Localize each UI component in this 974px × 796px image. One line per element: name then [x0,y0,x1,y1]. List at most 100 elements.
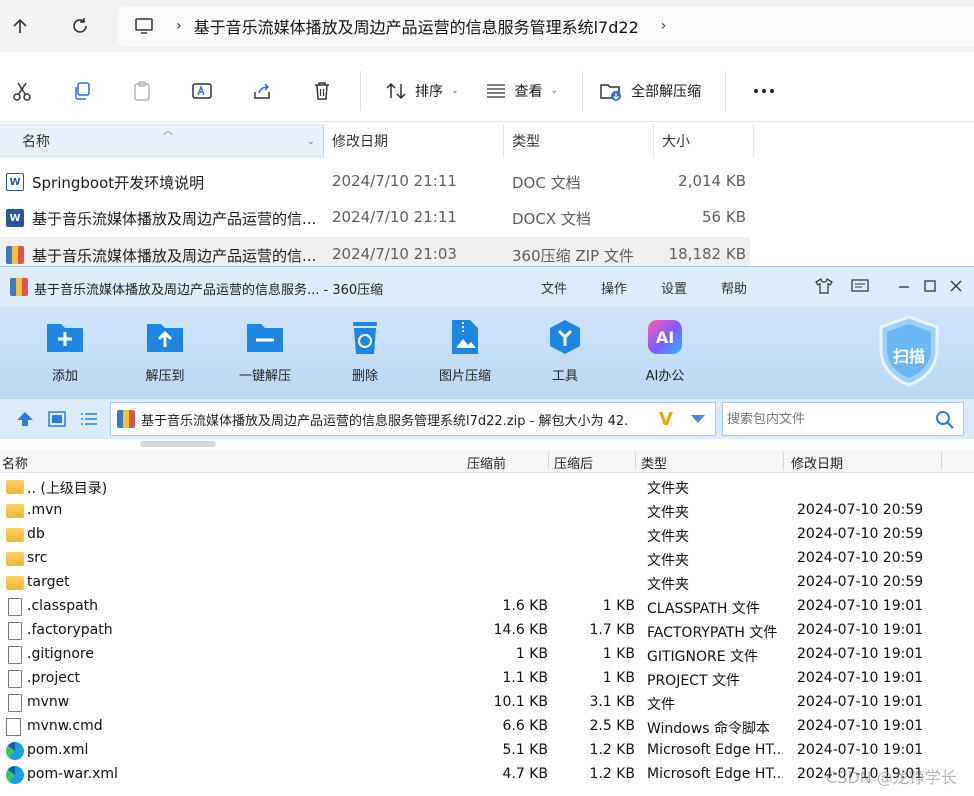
clipboard-icon [134,80,150,101]
table-row[interactable]: pom.xml 5.1 KB 1.2 KB Microsoft Edge HT... 2… [0,739,974,763]
explorer-column-header: ︿ 名称 ⌄ 修改日期 类型 大小 [0,124,974,158]
row-name: .project [27,670,81,686]
zip-col-after[interactable]: 压缩后 [554,453,593,472]
table-row[interactable]: .gitignore 1 KB 1 KB GITIGNORE 文件 2024-07-10… [0,643,974,667]
close-button[interactable] [946,276,966,296]
scan-button[interactable]: 扫描 [876,315,942,387]
column-name[interactable]: ︿ 名称 ⌄ [0,124,324,158]
skin-button[interactable] [814,276,834,296]
extract-all-label: 全部解压缩 [631,83,702,100]
feedback-button[interactable] [850,276,870,296]
zip-col-name[interactable]: 名称 [2,453,28,472]
table-row[interactable]: src 文件夹 2024-07-10 20:59 [0,547,974,571]
row-date: 2024-07-10 20:59 [797,550,924,566]
row-date: 2024-07-10 19:01 [797,742,924,758]
refresh-button[interactable] [60,6,100,46]
table-row[interactable]: db 文件夹 2024-07-10 20:59 [0,523,974,547]
one-click-extract-icon [245,317,285,357]
table-row[interactable]: .classpath 1.6 KB 1 KB CLASSPATH 文件 2024-07-… [0,595,974,619]
search-icon[interactable] [935,410,955,430]
close-icon [950,280,962,292]
sort-icon [386,82,406,99]
column-type[interactable]: 类型 [504,124,654,158]
column-date[interactable]: 修改日期 [324,124,504,158]
minimize-button[interactable] [894,276,914,296]
breadcrumb[interactable]: › 基于音乐流媒体播放及周边产品运营的信息服务管理系统l7d22 › [118,6,974,46]
zip-col-before[interactable]: 压缩前 [467,453,506,472]
delete-button[interactable] [292,71,352,111]
more-button[interactable] [734,71,794,111]
extract-all-button[interactable]: 全部解压缩 [591,71,717,111]
row-date: 2024-07-10 19:01 [797,598,924,614]
image-compress-button[interactable]: 图片压缩 [420,317,510,397]
archive-search-input[interactable] [723,411,923,427]
dropdown-arrow-icon[interactable] [691,415,705,423]
file-icon [8,598,22,616]
archive-search[interactable] [722,402,964,436]
column-divider [783,452,784,470]
table-row[interactable]: .. (上级目录) 文件夹 [0,475,974,499]
share-icon [254,82,270,99]
folder-icon [6,480,24,494]
cut-button[interactable] [0,71,52,111]
scrollbar-thumb[interactable] [140,441,216,447]
chevron-down-icon[interactable]: ⌄ [307,136,315,147]
menu-operate[interactable]: 操作 [601,278,627,297]
word-doc-icon: W [6,173,24,191]
checkmark-icon: V [659,408,673,430]
add-folder-icon [45,317,85,357]
file-row[interactable]: W Springboot开发环境说明 2024/7/10 21:11 DOC 文… [0,164,750,200]
list-view-icon[interactable] [80,411,98,427]
up-button[interactable] [0,6,40,46]
row-size-after: 3.1 KB [589,694,636,710]
column-size[interactable]: 大小 [654,124,754,158]
zip-col-type[interactable]: 类型 [641,453,667,472]
table-row[interactable]: mvnw 10.1 KB 3.1 KB 文件 2024-07-10 19:01 [0,691,974,715]
archive-path-field[interactable]: 基于音乐流媒体播放及周边产品运营的信息服务管理系统l7d22.zip - 解包大… [110,402,716,436]
up-level-icon[interactable] [16,411,34,427]
column-divider [548,452,549,470]
thumbnail-view-icon[interactable] [48,411,66,427]
file-size: 56 KB [702,208,746,226]
table-row[interactable]: .mvn 文件夹 2024-07-10 20:59 [0,499,974,523]
file-row[interactable]: W 基于音乐流媒体播放及周边产品运营的信... 2024/7/10 21:11 … [0,200,750,236]
view-label: 查看 [514,83,543,100]
add-button[interactable]: 添加 [20,317,110,397]
row-type: 文件 [647,697,675,713]
zip-titlebar: 基于音乐流媒体播放及周边产品运营的信息服务... - 360压缩 文件 操作 设… [0,267,974,307]
row-name: .. (上级目录) [27,481,108,497]
sort-button[interactable]: 排序 ⌄ [369,71,475,111]
tools-button[interactable]: 工具 [520,317,610,397]
row-name: pom.xml [27,742,89,758]
table-row[interactable]: .factorypath 14.6 KB 1.7 KB FACTORYPATH 文件 2… [0,619,974,643]
zip-col-date[interactable]: 修改日期 [791,453,843,472]
column-divider [635,452,636,470]
row-name: src [27,550,48,566]
folder-icon [6,552,24,566]
menu-settings[interactable]: 设置 [661,278,687,297]
table-row[interactable]: target 文件夹 2024-07-10 20:59 [0,571,974,595]
row-date: 2024-07-10 19:01 [797,622,924,638]
arrow-up-icon [13,18,27,33]
copy-button[interactable] [52,71,112,111]
breadcrumb-folder[interactable]: 基于音乐流媒体播放及周边产品运营的信息服务管理系统l7d22 [194,14,639,38]
delete-archive-button[interactable]: 删除 [320,317,410,397]
menu-help[interactable]: 帮助 [721,278,747,297]
toolbar-divider [725,70,727,111]
column-name-label: 名称 [22,134,50,150]
maximize-button[interactable] [920,276,940,296]
share-button[interactable] [232,71,292,111]
paste-button[interactable] [112,71,172,111]
file-date: 2024/7/10 21:11 [332,208,457,226]
refresh-icon [73,18,87,33]
view-button[interactable]: 查看 ⌄ [475,71,575,111]
rename-button[interactable] [172,71,232,111]
menu-file[interactable]: 文件 [541,278,567,297]
extract-to-button[interactable]: 解压到 [120,317,210,397]
ai-office-button[interactable]: AI AI办公 [620,317,710,397]
table-row[interactable]: mvnw.cmd 6.6 KB 2.5 KB Windows 命令脚本 2024-07-… [0,715,974,739]
table-row[interactable]: .project 1.1 KB 1 KB PROJECT 文件 2024-07-10 1… [0,667,974,691]
file-name: 基于音乐流媒体播放及周边产品运营的信... [32,247,317,265]
file-icon [8,694,22,712]
one-click-extract-button[interactable]: 一键解压 [220,317,310,397]
